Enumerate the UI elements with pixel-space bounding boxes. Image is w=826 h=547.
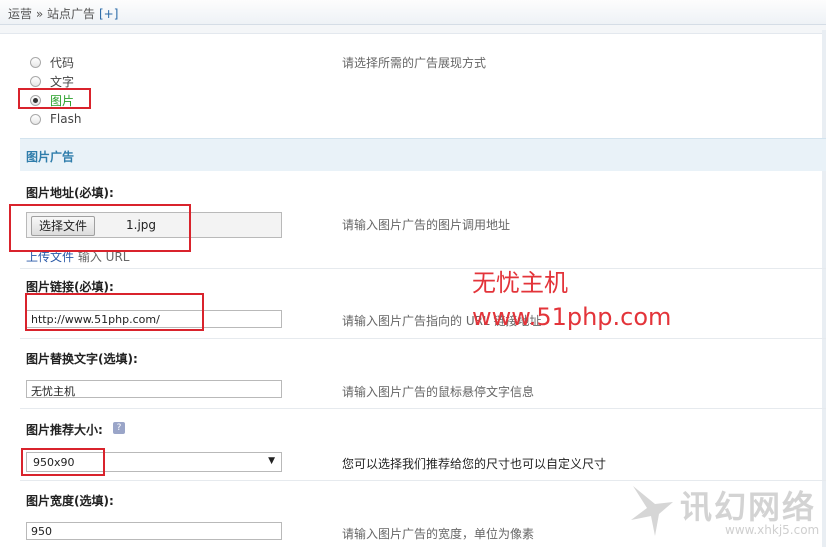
radio-button[interactable] xyxy=(30,56,41,68)
annotation-box-file xyxy=(9,204,191,252)
radio-option-code[interactable]: 代码 xyxy=(30,54,74,70)
section-title: 图片广告 xyxy=(26,150,75,164)
watermark-url: www.51php.com xyxy=(472,303,672,331)
breadcrumb-bar: 运营 » 站点广告 [+] xyxy=(0,0,826,25)
alt-text-label: 图片替换文字(选填): xyxy=(26,352,138,366)
image-url-label: 图片地址(必填): xyxy=(26,186,114,200)
radio-button[interactable] xyxy=(30,75,41,87)
annotation-box-image-option xyxy=(18,88,91,109)
annotation-box-link xyxy=(25,293,204,331)
width-label: 图片宽度(选填): xyxy=(26,494,114,508)
image-url-hint: 请输入图片广告的图片调用地址 xyxy=(342,218,511,232)
scroll-edge xyxy=(822,30,826,547)
row-divider xyxy=(20,268,826,269)
radio-option-text[interactable]: 文字 xyxy=(30,73,74,89)
help-icon[interactable]: ? xyxy=(113,422,125,434)
annotation-box-size xyxy=(21,448,105,476)
display-type-hint: 请选择所需的广告展现方式 xyxy=(342,56,487,70)
enter-url-link[interactable]: 输入 URL xyxy=(78,250,130,264)
radio-label: Flash xyxy=(50,112,82,126)
row-divider xyxy=(20,408,826,409)
radio-label: 代码 xyxy=(50,55,75,70)
upload-file-link[interactable]: 上传文件 xyxy=(26,250,74,264)
watermark-text: 无忧主机 xyxy=(472,269,568,297)
dropdown-arrow-icon: ▼ xyxy=(268,456,275,466)
radio-label: 文字 xyxy=(50,74,75,89)
row-divider xyxy=(20,338,826,339)
alt-text-hint: 请输入图片广告的鼠标悬停文字信息 xyxy=(342,385,535,399)
breadcrumb-text: 运营 » 站点广告 xyxy=(8,7,95,21)
recommended-size-label: 图片推荐大小: xyxy=(26,423,103,437)
width-input[interactable]: 950 xyxy=(26,522,282,540)
radio-button[interactable] xyxy=(30,113,41,125)
header-spacer xyxy=(0,25,826,34)
watermark-logo-url: www.xhkj5.com xyxy=(725,523,820,537)
width-hint: 请输入图片广告的宽度，单位为像素 xyxy=(342,527,535,541)
recommended-size-hint: 您可以选择我们推荐给您的尺寸也可以自定义尺寸 xyxy=(342,457,607,471)
radio-option-flash[interactable]: Flash xyxy=(30,111,81,127)
expand-link[interactable]: [+] xyxy=(99,7,118,21)
bird-logo-icon xyxy=(631,486,673,536)
alt-text-input[interactable]: 无忧主机 xyxy=(26,380,282,398)
section-header: 图片广告 xyxy=(20,138,826,171)
watermark-logo-text: 讯幻网络 xyxy=(680,488,817,526)
breadcrumb: 运营 » 站点广告 [+] xyxy=(8,5,118,22)
watermark-logo: 讯幻网络 www.xhkj5.com xyxy=(625,478,825,546)
